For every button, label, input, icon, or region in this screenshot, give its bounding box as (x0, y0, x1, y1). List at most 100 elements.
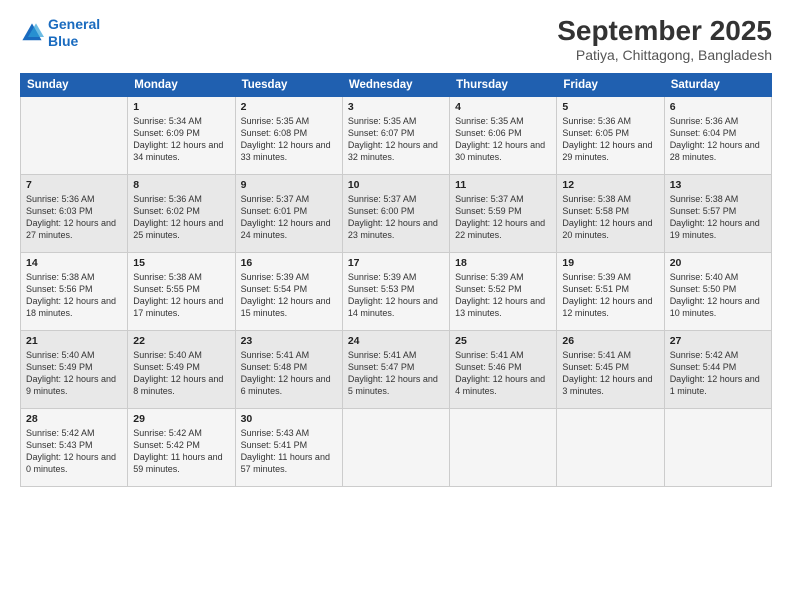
cell-w2-d7: 13Sunrise: 5:38 AM Sunset: 5:57 PM Dayli… (664, 174, 771, 252)
cell-text: Sunrise: 5:37 AM Sunset: 6:01 PM Dayligh… (241, 193, 337, 242)
day-number: 20 (670, 257, 766, 269)
col-monday: Monday (128, 73, 235, 96)
day-number: 30 (241, 413, 337, 425)
day-number: 15 (133, 257, 229, 269)
day-number: 9 (241, 179, 337, 191)
cell-w3-d6: 19 Sunrise: 5:39 AM Sunset: 5:51 PM Dayli… (557, 252, 664, 330)
cell-text: Sunrise: 5:42 AM Sunset: 5:42 PM Dayligh… (133, 427, 229, 476)
cell-text: Sunrise: 5:37 AM Sunset: 5:59 PM Dayligh… (455, 193, 551, 242)
cell-w1-d4: 3 Sunrise: 5:35 AM Sunset: 6:07 PM Daylig… (342, 96, 449, 174)
day-number: 1 (133, 101, 229, 113)
cell-text: Sunrise: 5:41 AM Sunset: 5:47 PM Dayligh… (348, 349, 444, 398)
cell-w1-d1 (21, 96, 128, 174)
cell-w3-d7: 20 Sunrise: 5:40 AM Sunset: 5:50 PM Dayli… (664, 252, 771, 330)
day-number: 2 (241, 101, 337, 113)
day-number: 25 (455, 335, 551, 347)
cell-w4-d2: 22Sunrise: 5:40 AM Sunset: 5:49 PM Dayli… (128, 330, 235, 408)
day-number: 12 (562, 179, 658, 191)
cell-w2-d4: 10Sunrise: 5:37 AM Sunset: 6:00 PM Dayli… (342, 174, 449, 252)
day-number: 22 (133, 335, 229, 347)
cell-text: Sunrise: 5:35 AM Sunset: 6:07 PM Dayligh… (348, 115, 444, 164)
cell-w4-d6: 26Sunrise: 5:41 AM Sunset: 5:45 PM Dayli… (557, 330, 664, 408)
cell-w5-d4 (342, 408, 449, 486)
cell-w3-d5: 18 Sunrise: 5:39 AM Sunset: 5:52 PM Dayli… (450, 252, 557, 330)
cell-w4-d1: 21Sunrise: 5:40 AM Sunset: 5:49 PM Dayli… (21, 330, 128, 408)
header-row: Sunday Monday Tuesday Wednesday Thursday… (21, 73, 772, 96)
col-wednesday: Wednesday (342, 73, 449, 96)
cell-w5-d5 (450, 408, 557, 486)
logo-general: General (48, 16, 100, 32)
cell-w3-d3: 16 Sunrise: 5:39 AM Sunset: 5:54 PM Dayli… (235, 252, 342, 330)
cell-text: Sunrise: 5:38 AM Sunset: 5:55 PM Dayligh… (133, 271, 229, 320)
cell-w5-d2: 29 Sunrise: 5:42 AM Sunset: 5:42 PM Dayli… (128, 408, 235, 486)
col-thursday: Thursday (450, 73, 557, 96)
cell-w4-d3: 23Sunrise: 5:41 AM Sunset: 5:48 PM Dayli… (235, 330, 342, 408)
header: General Blue September 2025 Patiya, Chit… (20, 16, 772, 63)
day-number: 7 (26, 179, 122, 191)
cell-text: Sunrise: 5:42 AM Sunset: 5:44 PM Dayligh… (670, 349, 766, 398)
day-number: 4 (455, 101, 551, 113)
cell-w4-d5: 25 Sunrise: 5:41 AM Sunset: 5:46 PM Dayli… (450, 330, 557, 408)
month-title: September 2025 (557, 16, 772, 47)
cell-w1-d6: 5 Sunrise: 5:36 AM Sunset: 6:05 PM Daylig… (557, 96, 664, 174)
cell-text: Sunrise: 5:36 AM Sunset: 6:05 PM Dayligh… (562, 115, 658, 164)
week-row-2: 7 Sunrise: 5:36 AM Sunset: 6:03 PM Daylig… (21, 174, 772, 252)
cell-w1-d7: 6Sunrise: 5:36 AM Sunset: 6:04 PM Daylig… (664, 96, 771, 174)
cell-w5-d1: 28 Sunrise: 5:42 AM Sunset: 5:43 PM Dayli… (21, 408, 128, 486)
day-number: 24 (348, 335, 444, 347)
week-row-5: 28 Sunrise: 5:42 AM Sunset: 5:43 PM Dayli… (21, 408, 772, 486)
week-row-1: 1Sunrise: 5:34 AM Sunset: 6:09 PM Daylig… (21, 96, 772, 174)
cell-w2-d2: 8 Sunrise: 5:36 AM Sunset: 6:02 PM Daylig… (128, 174, 235, 252)
cell-text: Sunrise: 5:36 AM Sunset: 6:03 PM Dayligh… (26, 193, 122, 242)
cell-text: Sunrise: 5:37 AM Sunset: 6:00 PM Dayligh… (348, 193, 444, 242)
day-number: 21 (26, 335, 122, 347)
cell-w5-d6 (557, 408, 664, 486)
cell-text: Sunrise: 5:38 AM Sunset: 5:58 PM Dayligh… (562, 193, 658, 242)
cell-w4-d7: 27 Sunrise: 5:42 AM Sunset: 5:44 PM Dayli… (664, 330, 771, 408)
day-number: 19 (562, 257, 658, 269)
cell-text: Sunrise: 5:35 AM Sunset: 6:08 PM Dayligh… (241, 115, 337, 164)
location-subtitle: Patiya, Chittagong, Bangladesh (557, 47, 772, 63)
day-number: 26 (562, 335, 658, 347)
cell-text: Sunrise: 5:38 AM Sunset: 5:56 PM Dayligh… (26, 271, 122, 320)
day-number: 14 (26, 257, 122, 269)
calendar-table: Sunday Monday Tuesday Wednesday Thursday… (20, 73, 772, 487)
cell-w2-d6: 12 Sunrise: 5:38 AM Sunset: 5:58 PM Dayli… (557, 174, 664, 252)
cell-text: Sunrise: 5:42 AM Sunset: 5:43 PM Dayligh… (26, 427, 122, 476)
cell-w1-d5: 4 Sunrise: 5:35 AM Sunset: 6:06 PM Daylig… (450, 96, 557, 174)
day-number: 6 (670, 101, 766, 113)
cell-text: Sunrise: 5:43 AM Sunset: 5:41 PM Dayligh… (241, 427, 337, 476)
day-number: 23 (241, 335, 337, 347)
cell-w2-d5: 11 Sunrise: 5:37 AM Sunset: 5:59 PM Dayli… (450, 174, 557, 252)
week-row-3: 14 Sunrise: 5:38 AM Sunset: 5:56 PM Dayli… (21, 252, 772, 330)
day-number: 29 (133, 413, 229, 425)
cell-w5-d3: 30 Sunrise: 5:43 AM Sunset: 5:41 PM Dayli… (235, 408, 342, 486)
cell-w2-d1: 7 Sunrise: 5:36 AM Sunset: 6:03 PM Daylig… (21, 174, 128, 252)
cell-text: Sunrise: 5:40 AM Sunset: 5:50 PM Dayligh… (670, 271, 766, 320)
day-number: 27 (670, 335, 766, 347)
day-number: 28 (26, 413, 122, 425)
day-number: 16 (241, 257, 337, 269)
cell-text: Sunrise: 5:35 AM Sunset: 6:06 PM Dayligh… (455, 115, 551, 164)
logo: General Blue (20, 16, 100, 50)
cell-w1-d3: 2 Sunrise: 5:35 AM Sunset: 6:08 PM Daylig… (235, 96, 342, 174)
logo-icon (20, 21, 44, 45)
day-number: 18 (455, 257, 551, 269)
cell-text: Sunrise: 5:39 AM Sunset: 5:51 PM Dayligh… (562, 271, 658, 320)
cell-text: Sunrise: 5:41 AM Sunset: 5:46 PM Dayligh… (455, 349, 551, 398)
cell-text: Sunrise: 5:39 AM Sunset: 5:54 PM Dayligh… (241, 271, 337, 320)
day-number: 8 (133, 179, 229, 191)
cell-w3-d4: 17 Sunrise: 5:39 AM Sunset: 5:53 PM Dayli… (342, 252, 449, 330)
day-number: 5 (562, 101, 658, 113)
cell-w4-d4: 24 Sunrise: 5:41 AM Sunset: 5:47 PM Dayli… (342, 330, 449, 408)
day-number: 3 (348, 101, 444, 113)
cell-w3-d1: 14 Sunrise: 5:38 AM Sunset: 5:56 PM Dayli… (21, 252, 128, 330)
cell-text: Sunrise: 5:36 AM Sunset: 6:02 PM Dayligh… (133, 193, 229, 242)
day-number: 17 (348, 257, 444, 269)
cell-text: Sunrise: 5:39 AM Sunset: 5:52 PM Dayligh… (455, 271, 551, 320)
col-friday: Friday (557, 73, 664, 96)
title-block: September 2025 Patiya, Chittagong, Bangl… (557, 16, 772, 63)
cell-text: Sunrise: 5:39 AM Sunset: 5:53 PM Dayligh… (348, 271, 444, 320)
week-row-4: 21Sunrise: 5:40 AM Sunset: 5:49 PM Dayli… (21, 330, 772, 408)
day-number: 11 (455, 179, 551, 191)
